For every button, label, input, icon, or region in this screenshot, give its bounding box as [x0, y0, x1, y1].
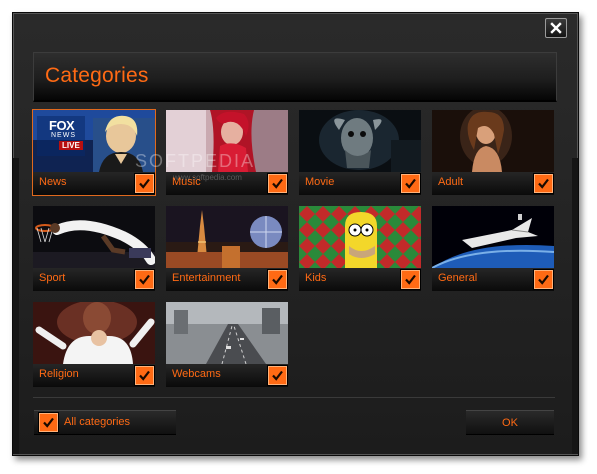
- category-tile-sport[interactable]: Sport: [33, 206, 155, 291]
- news-live-badge: LIVE: [59, 141, 83, 150]
- category-label: Sport: [39, 272, 66, 284]
- religion-thumbnail: [33, 302, 155, 364]
- category-label: Entertainment: [172, 272, 241, 284]
- category-checkbox[interactable]: [135, 174, 154, 193]
- news-logo-text: FOX: [49, 118, 75, 133]
- close-icon: [550, 22, 562, 34]
- checkmark-icon: [538, 274, 549, 285]
- category-checkbox[interactable]: [401, 174, 420, 193]
- category-checkbox[interactable]: [268, 366, 287, 385]
- category-tile-entertainment[interactable]: Entertainment: [166, 206, 288, 291]
- news-thumbnail: FOX NEWS LIVE: [33, 110, 155, 172]
- footer-divider: [33, 397, 555, 398]
- checkmark-icon: [405, 274, 416, 285]
- sport-thumbnail: [33, 206, 155, 268]
- checkmark-icon: [272, 178, 283, 189]
- category-label: Religion: [39, 368, 79, 380]
- news-logo-sub: NEWS: [51, 132, 76, 139]
- category-checkbox[interactable]: [135, 366, 154, 385]
- all-categories-toggle[interactable]: All categories: [34, 410, 176, 435]
- category-tile-music[interactable]: Music: [166, 110, 288, 195]
- category-label: Adult: [438, 176, 464, 188]
- category-checkbox[interactable]: [268, 270, 287, 289]
- checkmark-icon: [272, 370, 283, 381]
- checkmark-icon: [139, 370, 150, 381]
- adult-thumbnail: [432, 110, 554, 172]
- category-checkbox[interactable]: [135, 270, 154, 289]
- category-label: Music: [172, 176, 201, 188]
- checkmark-icon: [272, 274, 283, 285]
- kids-thumbnail: [299, 206, 421, 268]
- category-checkbox[interactable]: [401, 270, 420, 289]
- categories-dialog: Categories FOX NEWS LIVE News Music Movi…: [12, 12, 579, 456]
- dialog-title: Categories: [45, 64, 149, 87]
- category-label: Webcams: [172, 368, 221, 380]
- window-left-edge: [13, 158, 19, 454]
- music-thumbnail: [166, 110, 288, 172]
- category-tile-general[interactable]: General: [432, 206, 554, 291]
- checkmark-icon: [405, 178, 416, 189]
- category-checkbox[interactable]: [534, 270, 553, 289]
- category-label: Kids: [305, 272, 327, 284]
- category-checkbox[interactable]: [268, 174, 287, 193]
- all-categories-checkbox[interactable]: [39, 413, 58, 432]
- category-checkbox[interactable]: [534, 174, 553, 193]
- movie-thumbnail: [299, 110, 421, 172]
- checkmark-icon: [139, 274, 150, 285]
- category-tile-news[interactable]: FOX NEWS LIVE News: [32, 109, 156, 196]
- category-label: General: [438, 272, 478, 284]
- all-categories-label: All categories: [64, 416, 131, 428]
- close-button[interactable]: [545, 18, 567, 38]
- checkmark-icon: [538, 178, 549, 189]
- window-right-edge: [572, 158, 578, 454]
- checkmark-icon: [139, 178, 150, 189]
- webcams-thumbnail: [166, 302, 288, 364]
- category-tile-religion[interactable]: Religion: [33, 302, 155, 387]
- category-label: News: [39, 176, 67, 188]
- category-tile-webcams[interactable]: Webcams: [166, 302, 288, 387]
- checkmark-icon: [43, 417, 54, 428]
- category-tile-movie[interactable]: Movie: [299, 110, 421, 195]
- category-label: Movie: [305, 176, 335, 188]
- category-tile-kids[interactable]: Kids: [299, 206, 421, 291]
- general-thumbnail: [432, 206, 554, 268]
- entertainment-thumbnail: [166, 206, 288, 268]
- ok-button[interactable]: OK: [466, 410, 554, 435]
- category-tile-adult[interactable]: Adult: [432, 110, 554, 195]
- header-bar: Categories: [33, 52, 557, 102]
